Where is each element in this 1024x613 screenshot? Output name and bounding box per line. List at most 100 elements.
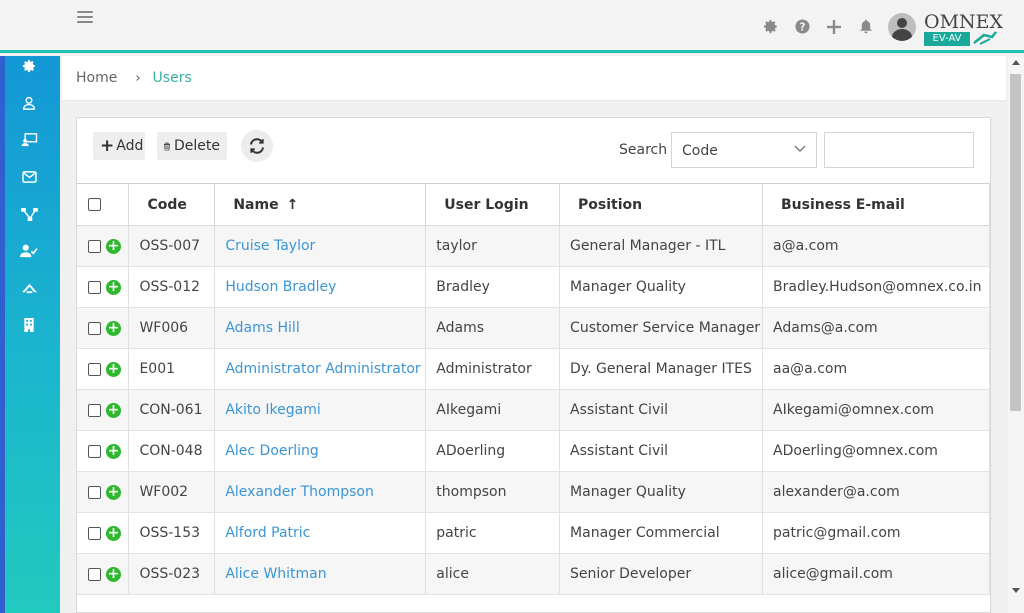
cell-user-login: thompson [425, 471, 561, 513]
main-content: Home › Users + Add Delete Search Code Co… [60, 56, 1008, 613]
sidebar-item-hierarchy[interactable] [16, 201, 42, 227]
header-code[interactable]: Code [128, 183, 216, 226]
table-row[interactable]: + CON-061 Akito Ikegami AIkegami Assistant C… [77, 389, 990, 431]
cell-user-login: taylor [425, 225, 561, 267]
header-business-email-label: Business E-mail [781, 196, 905, 213]
scroll-up-arrow-icon[interactable] [1012, 60, 1020, 65]
sidebar-edge [0, 56, 5, 613]
cell-name: Alexander Thompson [214, 471, 427, 513]
row-checkbox[interactable] [88, 362, 101, 376]
expand-plus-icon[interactable]: + [106, 566, 121, 582]
user-name-link[interactable]: Hudson Bradley [225, 279, 336, 295]
row-checkbox[interactable] [88, 280, 101, 294]
table-row[interactable]: + OSS-153 Alford Patric patric Manager Comme… [77, 512, 990, 554]
cell-name: Administrator Administrator [214, 348, 427, 390]
cell-business-email: aa@a.com [762, 348, 990, 390]
header-user-login[interactable]: User Login [425, 183, 561, 226]
expand-plus-icon[interactable]: + [106, 484, 121, 500]
gear-icon[interactable] [754, 7, 786, 47]
header-code-label: Code [147, 196, 187, 213]
avatar[interactable] [888, 12, 916, 41]
plus-icon[interactable] [818, 7, 850, 47]
delete-button[interactable]: Delete [157, 132, 227, 160]
sidebar-item-users[interactable] [16, 90, 42, 116]
row-checkbox[interactable] [88, 485, 101, 499]
user-name-link[interactable]: Alford Patric [225, 525, 310, 541]
cell-code: E001 [128, 348, 216, 390]
search-field-select[interactable]: Code [671, 132, 817, 168]
sidebar-item-road[interactable] [16, 275, 42, 301]
sidebar-item-monitor[interactable] [16, 127, 42, 153]
table-row[interactable]: + OSS-012 Hudson Bradley Bradley Manager Qua… [77, 266, 990, 308]
toolbar: + Add Delete Search Code [77, 118, 990, 183]
add-button[interactable]: + Add [93, 132, 145, 160]
expand-plus-icon[interactable]: + [106, 279, 121, 295]
expand-plus-icon[interactable]: + [106, 320, 121, 336]
table-header-row: Code Name ↑ User Login Position Business … [77, 183, 990, 226]
omnex-logo: OMNEX EV-AV [922, 7, 1004, 47]
header-name[interactable]: Name ↑ [214, 183, 427, 226]
user-name-link[interactable]: Administrator Administrator [225, 361, 420, 377]
logo-subtitle: EV-AV [924, 31, 970, 46]
cell-position: Manager Quality [559, 266, 764, 308]
select-all-checkbox[interactable] [88, 198, 101, 211]
table-row[interactable]: + OSS-023 Alice Whitman alice Senior Develop… [77, 553, 990, 595]
plus-icon: + [100, 136, 115, 156]
cell-name: Akito Ikegami [214, 389, 427, 431]
header-business-email[interactable]: Business E-mail [762, 183, 990, 226]
table-row[interactable]: + OSS-007 Cruise Taylor taylor General Manag… [77, 225, 990, 267]
help-icon[interactable]: ? [786, 7, 818, 47]
table-row[interactable]: + CON-048 Alec Doerling ADoerling Assistant … [77, 430, 990, 472]
user-name-link[interactable]: Alexander Thompson [225, 484, 374, 500]
cell-business-email: patric@gmail.com [762, 512, 990, 554]
header-position[interactable]: Position [559, 183, 764, 226]
table-row[interactable]: + WF006 Adams Hill Adams Customer Service Ma… [77, 307, 990, 349]
expand-plus-icon[interactable]: + [106, 361, 121, 377]
expand-plus-icon[interactable]: + [106, 443, 121, 459]
expand-plus-icon[interactable]: + [106, 402, 121, 418]
users-panel: + Add Delete Search Code Code Name ↑ Use… [76, 117, 991, 613]
row-checkbox[interactable] [88, 321, 101, 335]
sidebar [0, 56, 60, 613]
trash-icon [164, 142, 170, 150]
expand-plus-icon[interactable]: + [106, 525, 121, 541]
mail-icon [21, 171, 37, 183]
scroll-down-arrow-icon[interactable] [1012, 588, 1020, 593]
hierarchy-icon [20, 207, 38, 221]
table-row[interactable]: + WF002 Alexander Thompson thompson Manager … [77, 471, 990, 513]
search-input[interactable] [824, 132, 974, 168]
user-name-link[interactable]: Alec Doerling [225, 443, 318, 459]
row-checkbox[interactable] [88, 567, 101, 581]
expand-plus-icon[interactable]: + [106, 238, 121, 254]
row-checkbox[interactable] [88, 526, 101, 540]
cell-user-login: AIkegami [425, 389, 561, 431]
cell-code: CON-061 [128, 389, 216, 431]
hamburger-icon[interactable] [77, 11, 93, 25]
breadcrumb-home[interactable]: Home [76, 70, 117, 86]
sidebar-item-mail[interactable] [16, 164, 42, 190]
table-row[interactable]: + E001 Administrator Administrator Administ… [77, 348, 990, 390]
scroll-thumb[interactable] [1010, 74, 1021, 411]
refresh-button[interactable] [241, 130, 273, 162]
cell-business-email: alexander@a.com [762, 471, 990, 513]
sidebar-item-user-check[interactable] [16, 238, 42, 264]
cell-position: Dy. General Manager ITES [559, 348, 764, 390]
cell-business-email: Adams@a.com [762, 307, 990, 349]
cell-name: Alford Patric [214, 512, 427, 554]
row-checkbox[interactable] [88, 444, 101, 458]
vertical-scrollbar[interactable] [1008, 56, 1024, 613]
user-name-link[interactable]: Cruise Taylor [225, 238, 315, 254]
user-name-link[interactable]: Alice Whitman [225, 566, 326, 582]
user-name-link[interactable]: Adams Hill [225, 320, 299, 336]
search-label: Search [619, 142, 668, 158]
sidebar-item-settings[interactable] [16, 53, 42, 79]
delete-button-label: Delete [174, 138, 220, 154]
sidebar-item-building[interactable] [16, 312, 42, 338]
user-name-link[interactable]: Akito Ikegami [225, 402, 320, 418]
cell-position: Assistant Civil [559, 430, 764, 472]
cell-business-email: alice@gmail.com [762, 553, 990, 595]
cell-code: OSS-153 [128, 512, 216, 554]
row-checkbox[interactable] [88, 239, 101, 253]
row-checkbox[interactable] [88, 403, 101, 417]
bell-icon[interactable] [850, 7, 882, 47]
